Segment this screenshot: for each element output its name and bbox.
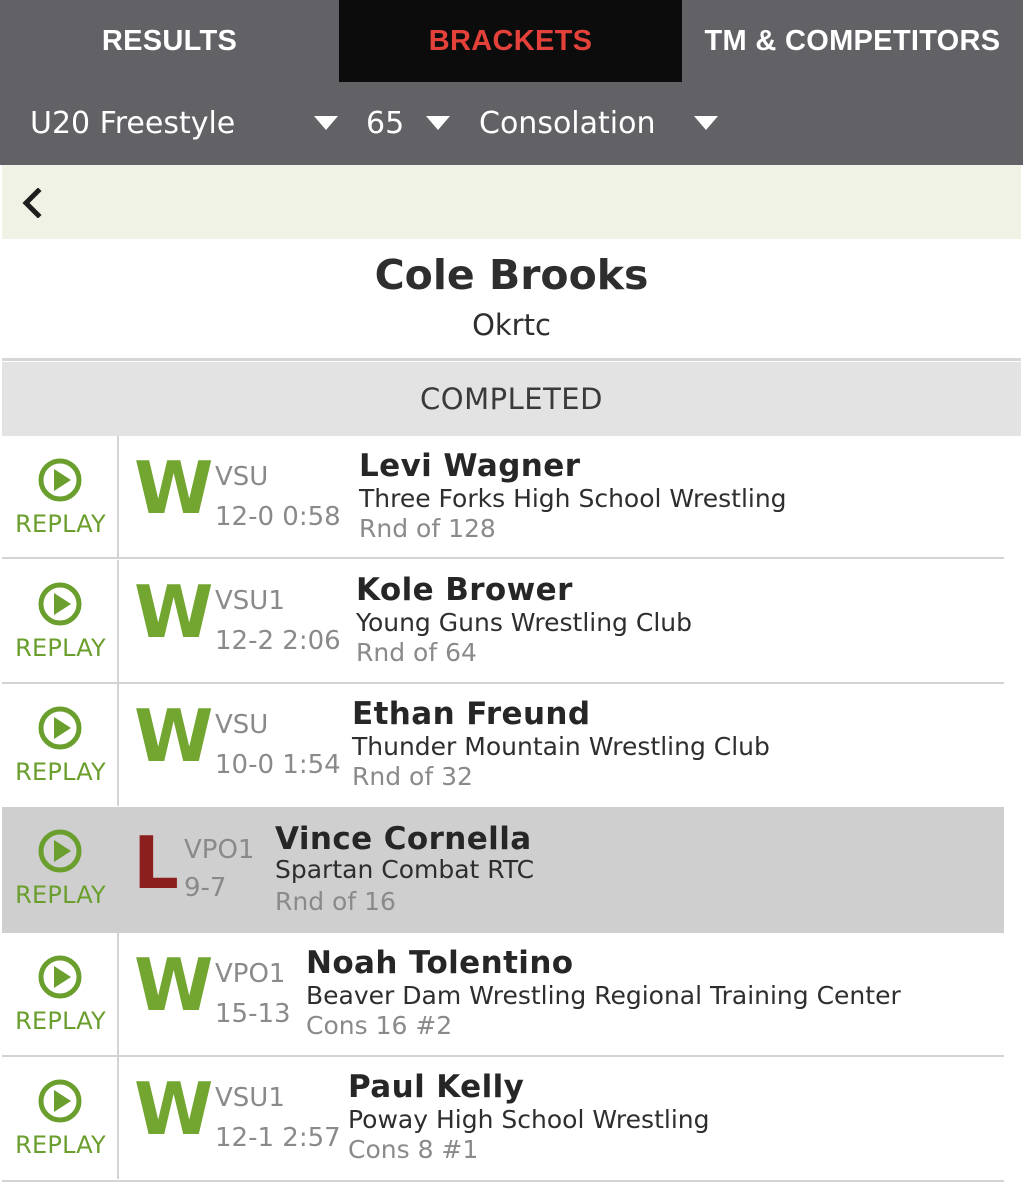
replay-button[interactable]: REPLAY <box>2 1057 119 1179</box>
play-circle-icon[interactable] <box>38 1079 82 1123</box>
match-row[interactable]: REPLAY L VPO1 9-7 Vince Cornella Spartan… <box>2 807 1004 933</box>
row-divider <box>2 1180 1004 1182</box>
match-score: 9-7 <box>184 873 227 903</box>
section-header-completed: COMPLETED <box>2 362 1021 436</box>
caret-down-icon[interactable] <box>694 116 718 130</box>
opponent-club: Three Forks High School Wrestling <box>359 484 787 513</box>
style-dropdown[interactable]: U20 Freestyle <box>30 82 235 165</box>
opponent-name[interactable]: Ethan Freund <box>352 696 590 732</box>
match-type: VSU1 <box>215 586 285 616</box>
back-bar <box>2 165 1021 239</box>
match-round: Cons 16 #2 <box>306 1011 453 1040</box>
match-type: VSU <box>215 462 269 492</box>
tab-brackets[interactable]: BRACKETS <box>339 0 682 82</box>
opponent-name[interactable]: Paul Kelly <box>348 1069 524 1105</box>
weight-dropdown[interactable]: 65 <box>366 82 404 165</box>
opponent-club: Thunder Mountain Wrestling Club <box>352 732 770 761</box>
row-divider <box>2 557 1004 559</box>
match-score: 12-1 2:57 <box>215 1123 341 1153</box>
replay-button[interactable]: REPLAY <box>2 684 119 806</box>
result-letter: W <box>134 1067 214 1151</box>
match-row[interactable]: REPLAY W VSU 12-0 0:58 Levi Wagner Three… <box>2 436 1004 558</box>
match-type: VSU1 <box>215 1083 285 1113</box>
top-tab-bar: RESULTS BRACKETS TM & COMPETITORS <box>0 0 1023 82</box>
match-round: Cons 8 #1 <box>348 1135 479 1164</box>
result-letter: W <box>134 446 214 530</box>
match-row[interactable]: REPLAY W VSU 10-0 1:54 Ethan Freund Thun… <box>2 684 1004 806</box>
replay-label[interactable]: REPLAY <box>2 510 119 538</box>
athlete-team: Okrtc <box>472 308 551 342</box>
opponent-name[interactable]: Noah Tolentino <box>306 945 573 981</box>
match-score: 12-0 0:58 <box>215 502 341 532</box>
opponent-name[interactable]: Vince Cornella <box>275 821 532 857</box>
match-round: Rnd of 128 <box>359 514 496 543</box>
caret-down-icon[interactable] <box>426 116 450 130</box>
match-row[interactable]: REPLAY W VSU1 12-1 2:57 Paul Kelly Poway… <box>2 1057 1004 1179</box>
replay-label[interactable]: REPLAY <box>2 758 119 786</box>
replay-button[interactable]: REPLAY <box>2 807 119 933</box>
result-letter: L <box>133 821 179 905</box>
match-row[interactable]: REPLAY W VPO1 15-13 Noah Tolentino Beave… <box>2 933 1004 1055</box>
match-score: 15-13 <box>215 999 291 1029</box>
replay-button[interactable]: REPLAY <box>2 436 119 558</box>
replay-button[interactable]: REPLAY <box>2 560 119 682</box>
replay-button[interactable]: REPLAY <box>2 933 119 1055</box>
divider <box>2 358 1021 361</box>
match-round: Rnd of 32 <box>352 762 473 791</box>
opponent-name[interactable]: Kole Brower <box>356 572 573 608</box>
caret-down-icon[interactable] <box>314 116 338 130</box>
match-type: VPO1 <box>215 959 286 989</box>
match-round: Rnd of 64 <box>356 638 477 667</box>
match-row[interactable]: REPLAY W VSU1 12-2 2:06 Kole Brower Youn… <box>2 560 1004 682</box>
opponent-club: Young Guns Wrestling Club <box>356 608 692 637</box>
play-circle-icon[interactable] <box>38 829 82 873</box>
play-circle-icon[interactable] <box>38 955 82 999</box>
opponent-name[interactable]: Levi Wagner <box>359 448 580 484</box>
result-letter: W <box>134 943 214 1027</box>
opponent-club: Beaver Dam Wrestling Regional Training C… <box>306 981 901 1010</box>
play-circle-icon[interactable] <box>38 582 82 626</box>
result-letter: W <box>134 694 214 778</box>
chevron-left-icon[interactable] <box>20 188 46 218</box>
play-circle-icon[interactable] <box>38 706 82 750</box>
replay-label[interactable]: REPLAY <box>2 1131 119 1159</box>
match-round: Rnd of 16 <box>275 887 396 916</box>
bracket-dropdown[interactable]: Consolation <box>479 82 655 165</box>
filter-bar: U20 Freestyle 65 Consolation <box>0 82 1023 165</box>
opponent-club: Spartan Combat RTC <box>275 855 535 884</box>
athlete-header: Cole Brooks Okrtc <box>2 239 1021 359</box>
result-letter: W <box>134 570 214 654</box>
tab-results[interactable]: RESULTS <box>0 0 339 82</box>
match-type: VPO1 <box>184 835 255 865</box>
play-circle-icon[interactable] <box>38 458 82 502</box>
match-type: VSU <box>215 710 269 740</box>
match-score: 12-2 2:06 <box>215 626 341 656</box>
match-score: 10-0 1:54 <box>215 750 341 780</box>
tab-tm-competitors[interactable]: TM & COMPETITORS <box>682 0 1023 82</box>
athlete-name: Cole Brooks <box>374 251 649 299</box>
replay-label[interactable]: REPLAY <box>2 881 119 909</box>
replay-label[interactable]: REPLAY <box>2 634 119 662</box>
replay-label[interactable]: REPLAY <box>2 1007 119 1035</box>
opponent-club: Poway High School Wrestling <box>348 1105 710 1134</box>
